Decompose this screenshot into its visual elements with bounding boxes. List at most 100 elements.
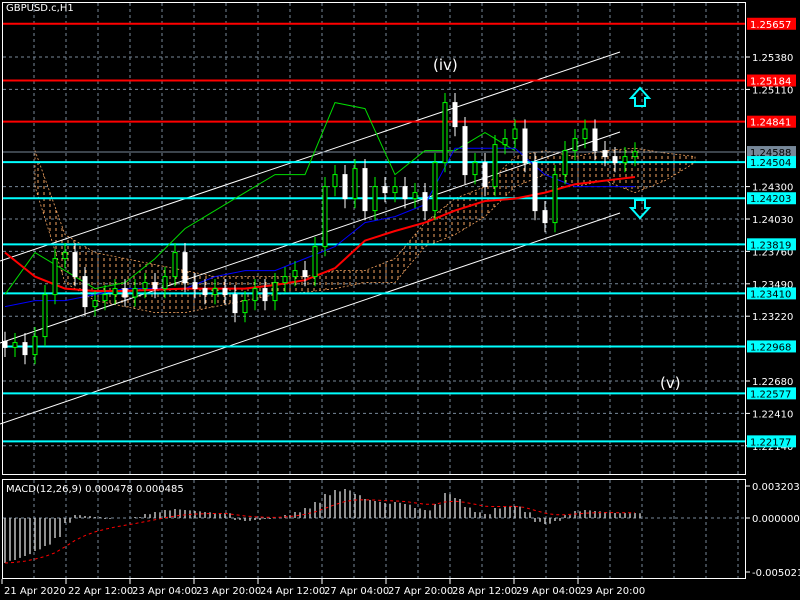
candle-body xyxy=(12,342,18,348)
candle-body xyxy=(522,128,528,164)
candle-body xyxy=(212,288,218,296)
candle-body xyxy=(322,186,328,248)
time-tick-label: 28 Apr 12:00 xyxy=(452,586,517,597)
candle-body xyxy=(162,276,168,290)
arrow-up-icon xyxy=(628,86,652,107)
candle-body xyxy=(222,288,228,296)
time-tick-label: 27 Apr 20:00 xyxy=(388,586,453,597)
candle-body xyxy=(442,102,448,164)
candle-body xyxy=(362,168,368,212)
time-tick-label: 24 Apr 12:00 xyxy=(260,586,325,597)
candle-body xyxy=(382,186,388,194)
candle-body xyxy=(532,162,538,212)
candle-body xyxy=(272,282,278,302)
candle-body xyxy=(462,126,468,176)
candle-body xyxy=(402,186,408,200)
time-tick-label: 21 Apr 2020 xyxy=(4,586,66,597)
wave-label-v: (v) xyxy=(660,374,681,392)
candle-body xyxy=(252,288,258,302)
candle-body xyxy=(132,288,138,298)
candle-body xyxy=(52,258,58,296)
candle-body xyxy=(72,252,78,278)
candle-body xyxy=(282,276,288,284)
candle-body xyxy=(292,270,298,278)
candle-body xyxy=(352,168,358,200)
chart-title: GBPUSD.c,H1 xyxy=(6,3,74,14)
candle-body xyxy=(302,270,308,278)
candle-body xyxy=(432,162,438,212)
candle-body xyxy=(562,150,568,176)
candle-body xyxy=(182,252,188,284)
support-level-label: 1.23819 xyxy=(750,240,791,251)
support-level-label: 1.22577 xyxy=(750,389,791,400)
candle-body xyxy=(572,138,578,152)
time-tick-label: 23 Apr 04:00 xyxy=(132,586,197,597)
candle-body xyxy=(622,156,628,164)
candle-body xyxy=(312,246,318,278)
time-tick-label: 29 Apr 20:00 xyxy=(580,586,645,597)
resistance-level-label: 1.25657 xyxy=(750,20,791,31)
time-tick-label: 22 Apr 12:00 xyxy=(68,586,133,597)
candle-body xyxy=(552,174,558,224)
macd-label: MACD(12,26,9) 0.000478 0.000485 xyxy=(6,484,184,495)
candle-body xyxy=(392,186,398,194)
candle-body xyxy=(472,162,478,176)
arrow-down-icon xyxy=(628,199,652,220)
candle-body xyxy=(482,162,488,188)
candle-body xyxy=(202,288,208,296)
support-level-label: 1.24504 xyxy=(750,158,791,169)
candle-body xyxy=(492,144,498,188)
candle-body xyxy=(102,294,108,302)
price-tick-label: 1.22680 xyxy=(752,377,793,388)
candle-body xyxy=(122,288,128,298)
candle-body xyxy=(542,210,548,224)
candle-body xyxy=(582,128,588,140)
candle-body xyxy=(612,156,618,164)
candle-body xyxy=(232,294,238,314)
candle-body xyxy=(112,288,118,296)
price-tick-label: 1.22410 xyxy=(752,409,793,420)
candle-body xyxy=(172,252,178,278)
candle-body xyxy=(422,192,428,212)
price-tick-label: 1.24030 xyxy=(752,215,793,226)
candle-body xyxy=(342,174,348,200)
candle-body xyxy=(32,336,38,356)
resistance-level-label: 1.24841 xyxy=(750,118,791,129)
candle-body xyxy=(152,282,158,290)
time-tick-label: 27 Apr 04:00 xyxy=(324,586,389,597)
price-tick-label: 1.24300 xyxy=(752,183,793,194)
candle-body xyxy=(42,294,48,338)
macd-tick-label: 0.003203 xyxy=(752,482,800,493)
candle-body xyxy=(632,151,638,158)
price-chart[interactable]: 1.253801.251101.243001.240301.237601.234… xyxy=(0,0,800,600)
candle-body xyxy=(242,300,248,314)
macd-tick-label: -0.005021 xyxy=(752,568,800,579)
candle-body xyxy=(92,300,98,308)
time-tick-label: 29 Apr 04:00 xyxy=(516,586,581,597)
candle-body xyxy=(332,174,338,188)
candle-body xyxy=(2,340,8,348)
candle-body xyxy=(62,252,68,260)
support-level-label: 1.22177 xyxy=(750,437,791,448)
candle-body xyxy=(192,282,198,290)
time-tick-label: 23 Apr 20:00 xyxy=(196,586,261,597)
candle-body xyxy=(452,102,458,128)
candle-body xyxy=(22,342,28,356)
support-level-label: 1.23410 xyxy=(750,289,791,300)
price-tick-label: 1.23220 xyxy=(752,312,793,323)
wave-label-iv: (iv) xyxy=(433,56,458,74)
candle-body xyxy=(602,150,608,158)
support-level-label: 1.24203 xyxy=(750,194,791,205)
candle-body xyxy=(372,186,378,212)
macd-tick-label: 0.000000 xyxy=(752,514,800,525)
candle-body xyxy=(412,192,418,200)
candle-body xyxy=(502,138,508,146)
candle-body xyxy=(512,128,518,140)
support-level-label: 1.22968 xyxy=(750,342,791,353)
candle-body xyxy=(592,128,598,152)
candle-body xyxy=(262,288,268,302)
candle-body xyxy=(142,282,148,290)
candle-body xyxy=(82,276,88,308)
resistance-level-label: 1.25184 xyxy=(750,77,791,88)
price-tick-label: 1.25380 xyxy=(752,53,793,64)
